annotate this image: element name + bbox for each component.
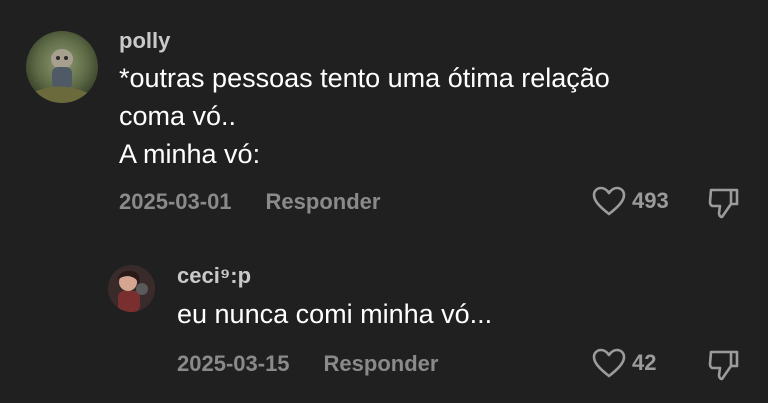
comment-text-line: eu nunca comi minha vó... <box>177 299 493 329</box>
avatar-image <box>108 265 155 312</box>
comment-meta: 2025-03-15 Responder <box>177 351 438 377</box>
comment-text-line: coma vó.. <box>119 101 237 131</box>
like-button[interactable]: 42 <box>592 348 656 378</box>
avatar-image <box>26 31 98 103</box>
comment-meta: 2025-03-01 Responder <box>119 189 380 215</box>
heart-icon <box>592 348 626 378</box>
thumbs-down-icon <box>708 350 739 381</box>
dislike-button[interactable] <box>707 348 741 387</box>
comment-text-line: *outras pessoas tento uma ótima relação <box>119 63 610 93</box>
comment-date: 2025-03-15 <box>177 351 290 376</box>
reply-button[interactable]: Responder <box>324 351 439 377</box>
like-button[interactable]: 493 <box>592 186 669 216</box>
reply-button[interactable]: Responder <box>266 189 381 215</box>
avatar[interactable] <box>108 265 155 312</box>
dislike-button[interactable] <box>707 186 741 225</box>
comment-username[interactable]: ceci⁹:p <box>177 263 251 289</box>
comment-username[interactable]: polly <box>119 28 170 54</box>
comment-text-line: A minha vó: <box>119 139 261 169</box>
avatar[interactable] <box>26 31 98 103</box>
thumbs-down-icon <box>708 188 739 219</box>
heart-icon <box>592 186 626 216</box>
like-count: 42 <box>632 350 657 375</box>
comment-date: 2025-03-01 <box>119 189 232 214</box>
like-count: 493 <box>632 188 669 213</box>
